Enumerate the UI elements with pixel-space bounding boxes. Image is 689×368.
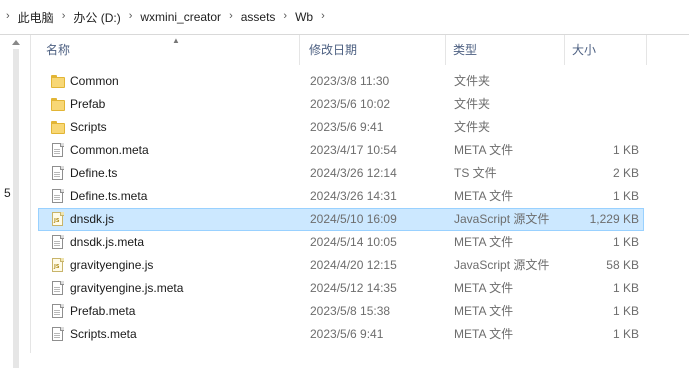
file-row[interactable]: Define.ts.meta 2024/3/26 14:31 META 文件 1 KB bbox=[38, 185, 644, 208]
file-modified-date: 2023/5/6 9:41 bbox=[310, 120, 384, 134]
file-type: JavaScript 源文件 bbox=[454, 212, 550, 226]
folder-icon bbox=[51, 74, 65, 89]
file-size: 1,229 KB bbox=[589, 212, 639, 226]
breadcrumb-item-current[interactable]: Wb bbox=[295, 10, 313, 24]
file-modified-date: 2024/3/26 12:14 bbox=[310, 166, 397, 180]
file-modified-date: 2024/5/14 10:05 bbox=[310, 235, 397, 249]
file-icon bbox=[51, 189, 65, 204]
column-divider[interactable] bbox=[445, 35, 446, 65]
file-type: META 文件 bbox=[454, 281, 514, 295]
address-bar[interactable]: › 此电脑 › 办公 (D:) › wxmini_creator › asset… bbox=[0, 0, 689, 35]
folder-icon bbox=[51, 97, 65, 112]
file-name: Common.meta bbox=[70, 143, 149, 157]
breadcrumb-item-this-pc[interactable]: 此电脑 bbox=[18, 9, 54, 26]
breadcrumb-item-assets[interactable]: assets bbox=[241, 10, 276, 24]
breadcrumb: › 此电脑 › 办公 (D:) › wxmini_creator › asset… bbox=[0, 0, 333, 34]
file-modified-date: 2023/3/8 11:30 bbox=[310, 74, 390, 88]
file-size: 2 KB bbox=[612, 166, 639, 180]
file-size: 58 KB bbox=[606, 258, 639, 272]
file-modified-date: 2024/5/10 16:09 bbox=[310, 212, 397, 226]
chevron-right-icon[interactable]: › bbox=[229, 10, 233, 22]
file-row[interactable]: Prefab.meta 2023/5/8 15:38 META 文件 1 KB bbox=[38, 300, 644, 323]
file-icon bbox=[51, 304, 65, 319]
file-row[interactable]: gravityengine.js.meta 2024/5/12 14:35 META… bbox=[38, 277, 644, 300]
file-row[interactable]: JS dnsdk.js 2024/5/10 16:09 JavaScript 源文件 1… bbox=[38, 208, 644, 231]
file-icon bbox=[51, 166, 65, 181]
file-size: 1 KB bbox=[612, 304, 639, 318]
file-size: 1 KB bbox=[612, 235, 639, 249]
file-modified-date: 2023/5/6 10:02 bbox=[310, 97, 391, 111]
column-divider[interactable] bbox=[646, 35, 647, 65]
file-type: META 文件 bbox=[454, 143, 514, 157]
column-header-size[interactable]: 大小 bbox=[572, 35, 596, 65]
chevron-right-icon[interactable]: › bbox=[283, 10, 287, 22]
chevron-right-icon[interactable]: › bbox=[129, 10, 133, 22]
javascript-file-icon: JS bbox=[51, 212, 65, 227]
file-modified-date: 2023/5/6 9:41 bbox=[310, 327, 384, 341]
file-name: Scripts bbox=[70, 120, 107, 134]
file-row[interactable]: Scripts.meta 2023/5/6 9:41 META 文件 1 KB bbox=[38, 323, 644, 346]
folder-icon bbox=[51, 120, 65, 135]
file-type: 文件夹 bbox=[454, 120, 491, 134]
column-divider[interactable] bbox=[299, 35, 300, 65]
file-size: 1 KB bbox=[612, 327, 639, 341]
file-icon bbox=[51, 143, 65, 158]
file-row[interactable]: Prefab 2023/5/6 10:02 文件夹 bbox=[38, 93, 644, 116]
chevron-right-icon[interactable]: › bbox=[321, 10, 325, 22]
file-row[interactable]: JS gravityengine.js 2024/4/20 12:15 JavaScr… bbox=[38, 254, 644, 277]
column-divider[interactable] bbox=[564, 35, 565, 65]
file-name: Define.ts.meta bbox=[70, 189, 148, 203]
file-row[interactable]: Scripts 2023/5/6 9:41 文件夹 bbox=[38, 116, 644, 139]
file-row[interactable]: dnsdk.js.meta 2024/5/14 10:05 META 文件 1 KB bbox=[38, 231, 644, 254]
column-header-name[interactable]: 名称 bbox=[46, 35, 70, 65]
file-name: dnsdk.js.meta bbox=[70, 235, 145, 249]
file-modified-date: 2024/3/26 14:31 bbox=[310, 189, 397, 203]
file-type: META 文件 bbox=[454, 327, 514, 341]
chevron-right-icon[interactable]: › bbox=[62, 10, 66, 22]
file-size: 1 KB bbox=[612, 143, 639, 157]
file-icon bbox=[51, 327, 65, 342]
file-name: gravityengine.js.meta bbox=[70, 281, 184, 295]
file-modified-date: 2023/5/8 15:38 bbox=[310, 304, 391, 318]
file-name: Common bbox=[70, 74, 119, 88]
file-type: 文件夹 bbox=[454, 97, 491, 111]
file-type: TS 文件 bbox=[454, 166, 497, 180]
file-modified-date: 2024/4/20 12:15 bbox=[310, 258, 397, 272]
column-header-type[interactable]: 类型 bbox=[453, 35, 477, 65]
navigation-pane-label: 5 bbox=[4, 186, 11, 200]
breadcrumb-item-drive[interactable]: 办公 (D:) bbox=[73, 9, 120, 26]
file-modified-date: 2024/5/12 14:35 bbox=[310, 281, 397, 295]
file-type: META 文件 bbox=[454, 304, 514, 318]
file-name: Scripts.meta bbox=[70, 327, 137, 341]
file-name: Prefab.meta bbox=[70, 304, 136, 318]
file-modified-date: 2023/4/17 10:54 bbox=[310, 143, 397, 157]
file-row[interactable]: Define.ts 2024/3/26 12:14 TS 文件 2 KB bbox=[38, 162, 644, 185]
file-type: META 文件 bbox=[454, 235, 514, 249]
file-type: META 文件 bbox=[454, 189, 514, 203]
javascript-file-icon: JS bbox=[51, 258, 65, 273]
column-header-date[interactable]: 修改日期 bbox=[309, 35, 357, 65]
column-header-row: ▲ 名称 修改日期 类型 大小 bbox=[38, 35, 649, 65]
file-type: 文件夹 bbox=[454, 74, 491, 88]
sort-ascending-icon: ▲ bbox=[172, 36, 180, 45]
file-icon bbox=[51, 281, 65, 296]
chevron-right-icon[interactable]: › bbox=[6, 10, 10, 22]
file-list: Common 2023/3/8 11:30 文件夹 Prefab 2023/5/6 10… bbox=[38, 70, 644, 346]
file-row[interactable]: Common 2023/3/8 11:30 文件夹 bbox=[38, 70, 644, 93]
file-size: 1 KB bbox=[612, 189, 639, 203]
scrollbar-thumb[interactable] bbox=[13, 49, 19, 368]
file-icon bbox=[51, 235, 65, 250]
file-name: Define.ts bbox=[70, 166, 118, 180]
file-type: JavaScript 源文件 bbox=[454, 258, 550, 272]
scroll-up-arrow-icon[interactable] bbox=[12, 40, 20, 45]
file-name: gravityengine.js bbox=[70, 258, 154, 272]
file-name: dnsdk.js bbox=[70, 212, 115, 226]
file-row[interactable]: Common.meta 2023/4/17 10:54 META 文件 1 KB bbox=[38, 139, 644, 162]
breadcrumb-item-project[interactable]: wxmini_creator bbox=[140, 10, 221, 24]
file-size: 1 KB bbox=[612, 281, 639, 295]
file-name: Prefab bbox=[70, 97, 106, 111]
